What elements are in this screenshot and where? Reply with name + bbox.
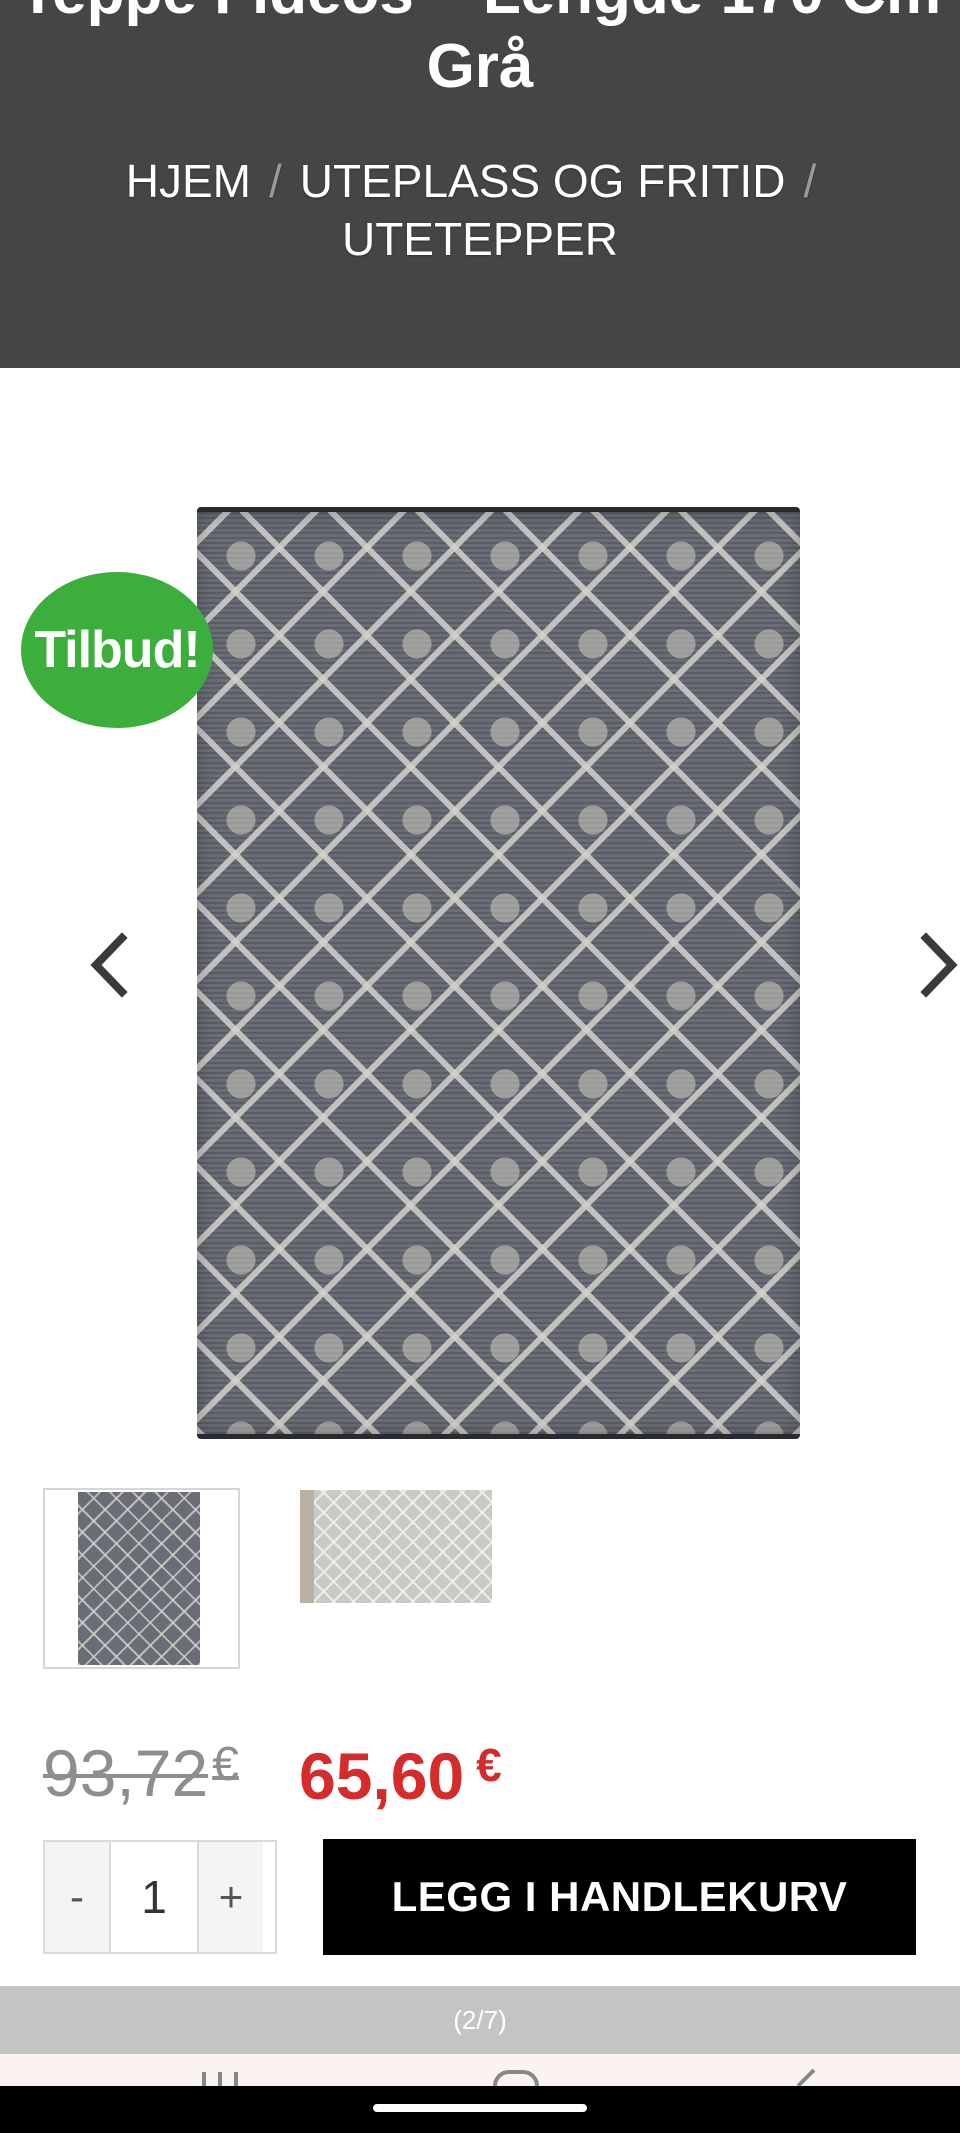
product-image[interactable] [197, 507, 800, 1439]
breadcrumb-home[interactable]: HJEM [126, 155, 251, 207]
image-counter: (2/7) [0, 1986, 960, 2055]
breadcrumb: HJEM / UTEPLASS OG FRITID / UTETEPPER [0, 152, 960, 268]
breadcrumb-separator: / [269, 155, 282, 207]
breadcrumb-utetepper[interactable]: UTETEPPER [342, 213, 618, 265]
old-price: 93,72€ [43, 1725, 239, 1813]
sale-badge: Tilbud! [21, 572, 213, 728]
quantity-input[interactable] [109, 1842, 199, 1952]
home-indicator[interactable] [373, 2104, 587, 2112]
product-title-line2: Grå [426, 32, 534, 101]
quantity-plus-button[interactable]: + [199, 1842, 263, 1952]
old-price-currency: € [212, 1738, 239, 1791]
sale-price-currency: € [476, 1739, 502, 1791]
product-title-line1: Teppe Fideos – Lengde 170 Cm [0, 0, 960, 30]
back-icon[interactable] [784, 2066, 824, 2086]
gallery-next-button[interactable] [914, 930, 960, 1000]
old-price-value: 93,72 [43, 1736, 209, 1810]
sale-price-value: 65,60 [299, 1739, 465, 1813]
recent-apps-icon[interactable] [200, 2066, 244, 2086]
quantity-stepper: - + [43, 1840, 277, 1954]
product-title: Teppe Fideos – Lengde 170 Cm Grå [0, 0, 960, 104]
quantity-minus-button[interactable]: - [45, 1842, 109, 1952]
page-header: Teppe Fideos – Lengde 170 Cm Grå HJEM / UT… [0, 0, 960, 368]
chevron-right-icon [920, 932, 958, 998]
gesture-bar [0, 2086, 960, 2133]
system-nav-strip [0, 2054, 960, 2086]
thumbnail-image [78, 1492, 200, 1665]
thumbnail-1[interactable] [43, 1488, 240, 1669]
home-icon[interactable] [492, 2066, 542, 2086]
thumbnail-2[interactable] [300, 1490, 492, 1603]
breadcrumb-uteplass[interactable]: UTEPLASS OG FRITID [300, 155, 786, 207]
breadcrumb-separator: / [803, 155, 817, 207]
add-to-cart-button[interactable]: LEGG I HANDLEKURV [323, 1839, 916, 1955]
sale-price: 65,60 € [299, 1725, 502, 1816]
gallery-prev-button[interactable] [84, 930, 134, 1000]
chevron-left-icon [90, 932, 128, 998]
